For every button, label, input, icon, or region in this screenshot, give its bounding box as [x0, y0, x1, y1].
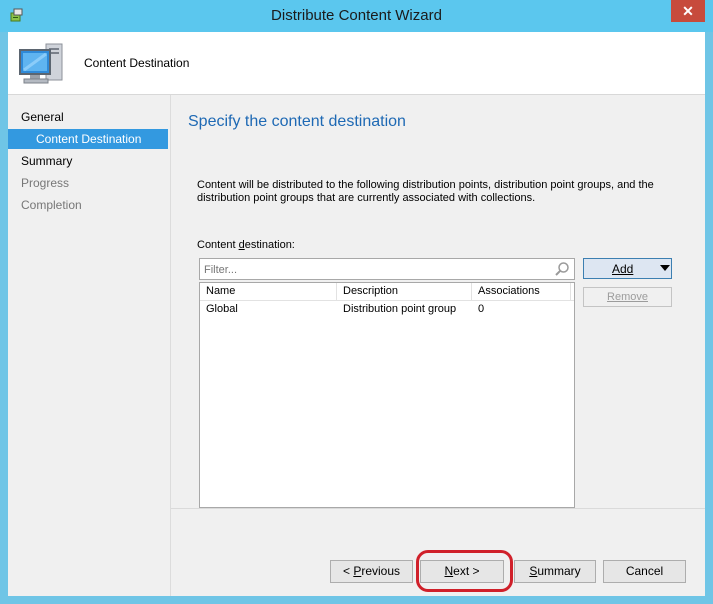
page-title: Specify the content destination	[188, 113, 406, 130]
summary-button[interactable]: Summary	[514, 560, 596, 583]
content-destination-list[interactable]: Name Description Associations Global Dis…	[199, 282, 575, 508]
close-icon: ✕	[682, 3, 694, 19]
cell-description: Distribution point group	[343, 303, 457, 315]
nav-item-label: Progress	[21, 176, 70, 190]
remove-button-label: Remove	[607, 291, 648, 303]
btn-text: revious	[361, 564, 401, 578]
computer-icon	[19, 43, 63, 84]
title-bar: Distribute Content Wizard ✕	[0, 0, 713, 32]
window-title: Distribute Content Wizard	[271, 7, 442, 24]
wizard-header: Content Destination	[8, 32, 705, 95]
page-description: Content will be distributed to the follo…	[197, 179, 654, 204]
nav-item-content-destination[interactable]: Content Destination	[8, 129, 168, 149]
column-header-name[interactable]: Name	[200, 283, 337, 300]
list-header: Name Description Associations	[200, 283, 574, 301]
cell-associations: 0	[478, 303, 485, 315]
wizard-page: Specify the content destination Content …	[171, 95, 705, 596]
label-text-pre: Content	[197, 239, 239, 251]
search-icon[interactable]	[554, 261, 570, 277]
remove-button: Remove	[583, 287, 672, 307]
table-row[interactable]: Global Distribution point group 0	[200, 301, 574, 318]
content-destination-label: Content destination:	[197, 239, 295, 251]
nav-item-completion: Completion	[8, 195, 168, 215]
filter-box[interactable]	[199, 258, 575, 280]
btn-text: Cancel	[625, 564, 664, 578]
add-button-label: Add	[612, 262, 634, 276]
nav-item-label: General	[21, 110, 64, 124]
wizard-window: Content Destination General Content Dest…	[8, 32, 705, 596]
nav-item-general[interactable]: General	[8, 107, 168, 127]
nav-item-progress: Progress	[8, 173, 168, 193]
label-text-post: estination:	[244, 239, 295, 251]
dropdown-arrow-icon	[660, 265, 670, 271]
header-title: Content Destination	[84, 56, 190, 70]
nav-item-summary[interactable]: Summary	[8, 151, 168, 171]
wizard-nav: General Content Destination Summary Prog…	[8, 95, 171, 596]
column-header-associations[interactable]: Associations	[472, 283, 571, 300]
nav-item-label: Summary	[21, 154, 73, 168]
next-button-highlight	[416, 550, 513, 592]
close-button[interactable]: ✕	[671, 0, 705, 22]
footer-separator	[171, 508, 705, 509]
cancel-button[interactable]: Cancel	[603, 560, 686, 583]
btn-text: <	[342, 564, 354, 578]
btn-text: ummary	[537, 564, 581, 578]
cell-name: Global	[206, 303, 238, 315]
nav-item-label: Completion	[21, 198, 82, 212]
column-header-description[interactable]: Description	[337, 283, 472, 300]
add-button[interactable]: Add	[583, 258, 672, 279]
nav-item-label: Content Destination	[36, 132, 142, 146]
previous-button[interactable]: < Previous	[330, 560, 413, 583]
filter-input[interactable]	[202, 261, 546, 279]
